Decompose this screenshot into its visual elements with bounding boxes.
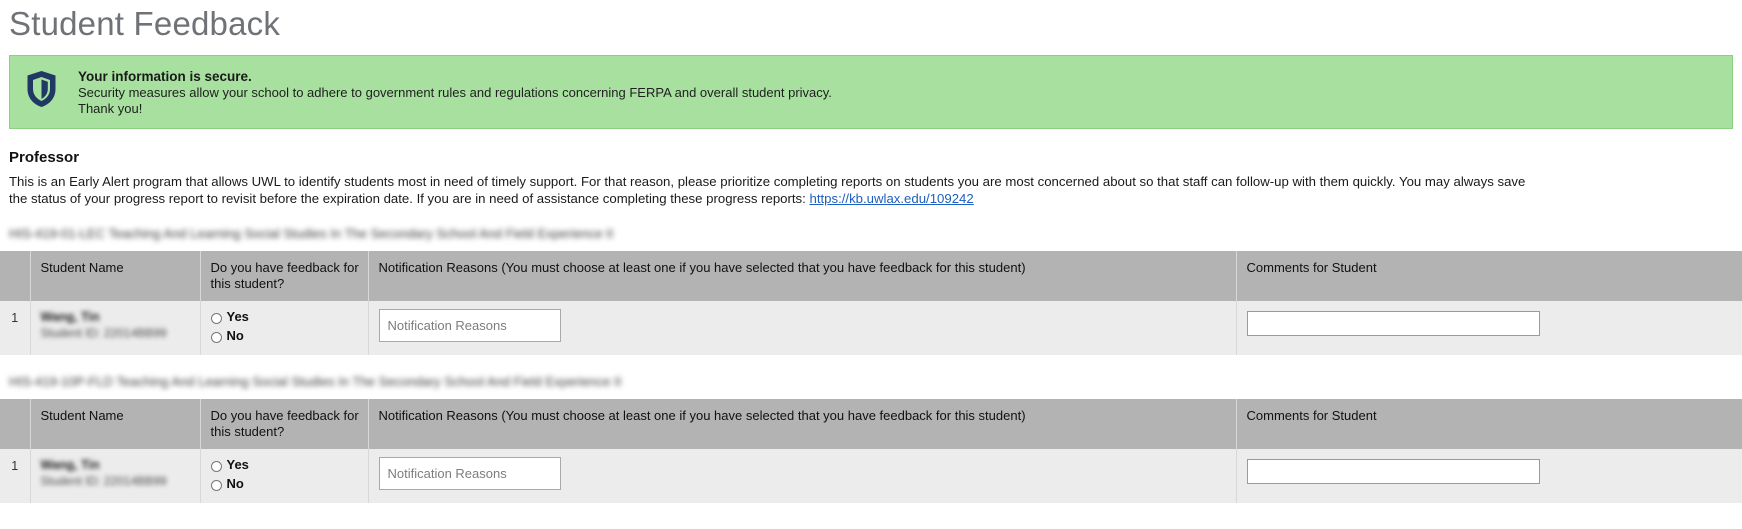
course-title: HIS-419-01-LEC Teaching And Learning Soc…: [9, 226, 614, 241]
notification-reasons-cell: [368, 449, 1237, 503]
header-index: [0, 251, 31, 301]
radio-no-label: No: [226, 328, 244, 343]
professor-heading: Professor: [9, 149, 80, 166]
header-feedback-question: Do you have feedback for this student?: [200, 399, 369, 449]
student-name: Wang, Tin: [40, 458, 100, 472]
notification-reasons-input[interactable]: [378, 309, 561, 342]
security-alert-heading: Your information is secure.: [78, 69, 252, 84]
student-name: Wang, Tin: [40, 310, 100, 324]
security-alert-line-2: Thank you!: [78, 100, 143, 116]
radio-no[interactable]: No: [210, 476, 360, 492]
feedback-table: Student Name Do you have feedback for th…: [0, 251, 1742, 355]
feedback-table: Student Name Do you have feedback for th…: [0, 399, 1742, 503]
student-cell: Wang, Tin Student ID: 22014BB99: [30, 449, 201, 503]
table-row: 1 Wang, Tin Student ID: 22014BB99 Yes No: [0, 301, 1742, 355]
course-title: HIS-419-10P-FLD Teaching And Learning So…: [9, 374, 622, 389]
radio-yes-label: Yes: [226, 457, 249, 472]
notification-reasons-cell: [368, 301, 1237, 355]
course-block-1: HIS-419-01-LEC Teaching And Learning Soc…: [0, 225, 1742, 355]
row-index: 1: [0, 449, 31, 503]
row-index: 1: [0, 301, 31, 355]
comments-cell: [1236, 449, 1742, 503]
radio-no-dot[interactable]: [210, 479, 222, 491]
comments-input[interactable]: [1246, 311, 1540, 336]
header-notification-reasons: Notification Reasons (You must choose at…: [368, 399, 1237, 449]
radio-yes[interactable]: Yes: [210, 309, 360, 325]
security-alert-banner: Your information is secure. Security mea…: [9, 55, 1733, 129]
comments-cell: [1236, 301, 1742, 355]
security-alert-line-1: Security measures allow your school to a…: [78, 85, 832, 100]
table-row: 1 Wang, Tin Student ID: 22014BB99 Yes No: [0, 449, 1742, 503]
radio-no-label: No: [226, 476, 244, 491]
student-id: Student ID: 22014BB99: [40, 474, 167, 488]
security-alert-text: Your information is secure. Security mea…: [70, 68, 1718, 116]
header-index: [0, 399, 31, 449]
student-cell: Wang, Tin Student ID: 22014BB99: [30, 301, 201, 355]
radio-no-dot[interactable]: [210, 331, 222, 343]
professor-intro-text: This is an Early Alert program that allo…: [9, 174, 1526, 206]
header-student-name: Student Name: [30, 399, 201, 449]
comments-input[interactable]: [1246, 459, 1540, 484]
table-header-row: Student Name Do you have feedback for th…: [0, 399, 1742, 449]
feedback-radio-group: Yes No: [200, 449, 369, 503]
radio-yes-dot[interactable]: [210, 460, 222, 472]
shield-icon: [26, 68, 70, 108]
table-header-row: Student Name Do you have feedback for th…: [0, 251, 1742, 301]
header-feedback-question: Do you have feedback for this student?: [200, 251, 369, 301]
radio-yes-label: Yes: [226, 309, 249, 324]
notification-reasons-input[interactable]: [378, 457, 561, 490]
header-comments: Comments for Student: [1236, 399, 1742, 449]
radio-yes-dot[interactable]: [210, 312, 222, 324]
header-notification-reasons: Notification Reasons (You must choose at…: [368, 251, 1237, 301]
radio-yes[interactable]: Yes: [210, 457, 360, 473]
header-comments: Comments for Student: [1236, 251, 1742, 301]
knowledge-base-link[interactable]: https://kb.uwlax.edu/109242: [809, 191, 973, 206]
student-feedback-page: Student Feedback Your information is sec…: [0, 0, 1742, 529]
page-title: Student Feedback: [9, 5, 281, 42]
feedback-radio-group: Yes No: [200, 301, 369, 355]
student-id: Student ID: 22014BB99: [40, 326, 167, 340]
course-block-2: HIS-419-10P-FLD Teaching And Learning So…: [0, 373, 1742, 503]
header-student-name: Student Name: [30, 251, 201, 301]
radio-no[interactable]: No: [210, 328, 360, 344]
professor-intro-paragraph: This is an Early Alert program that allo…: [9, 173, 1545, 207]
